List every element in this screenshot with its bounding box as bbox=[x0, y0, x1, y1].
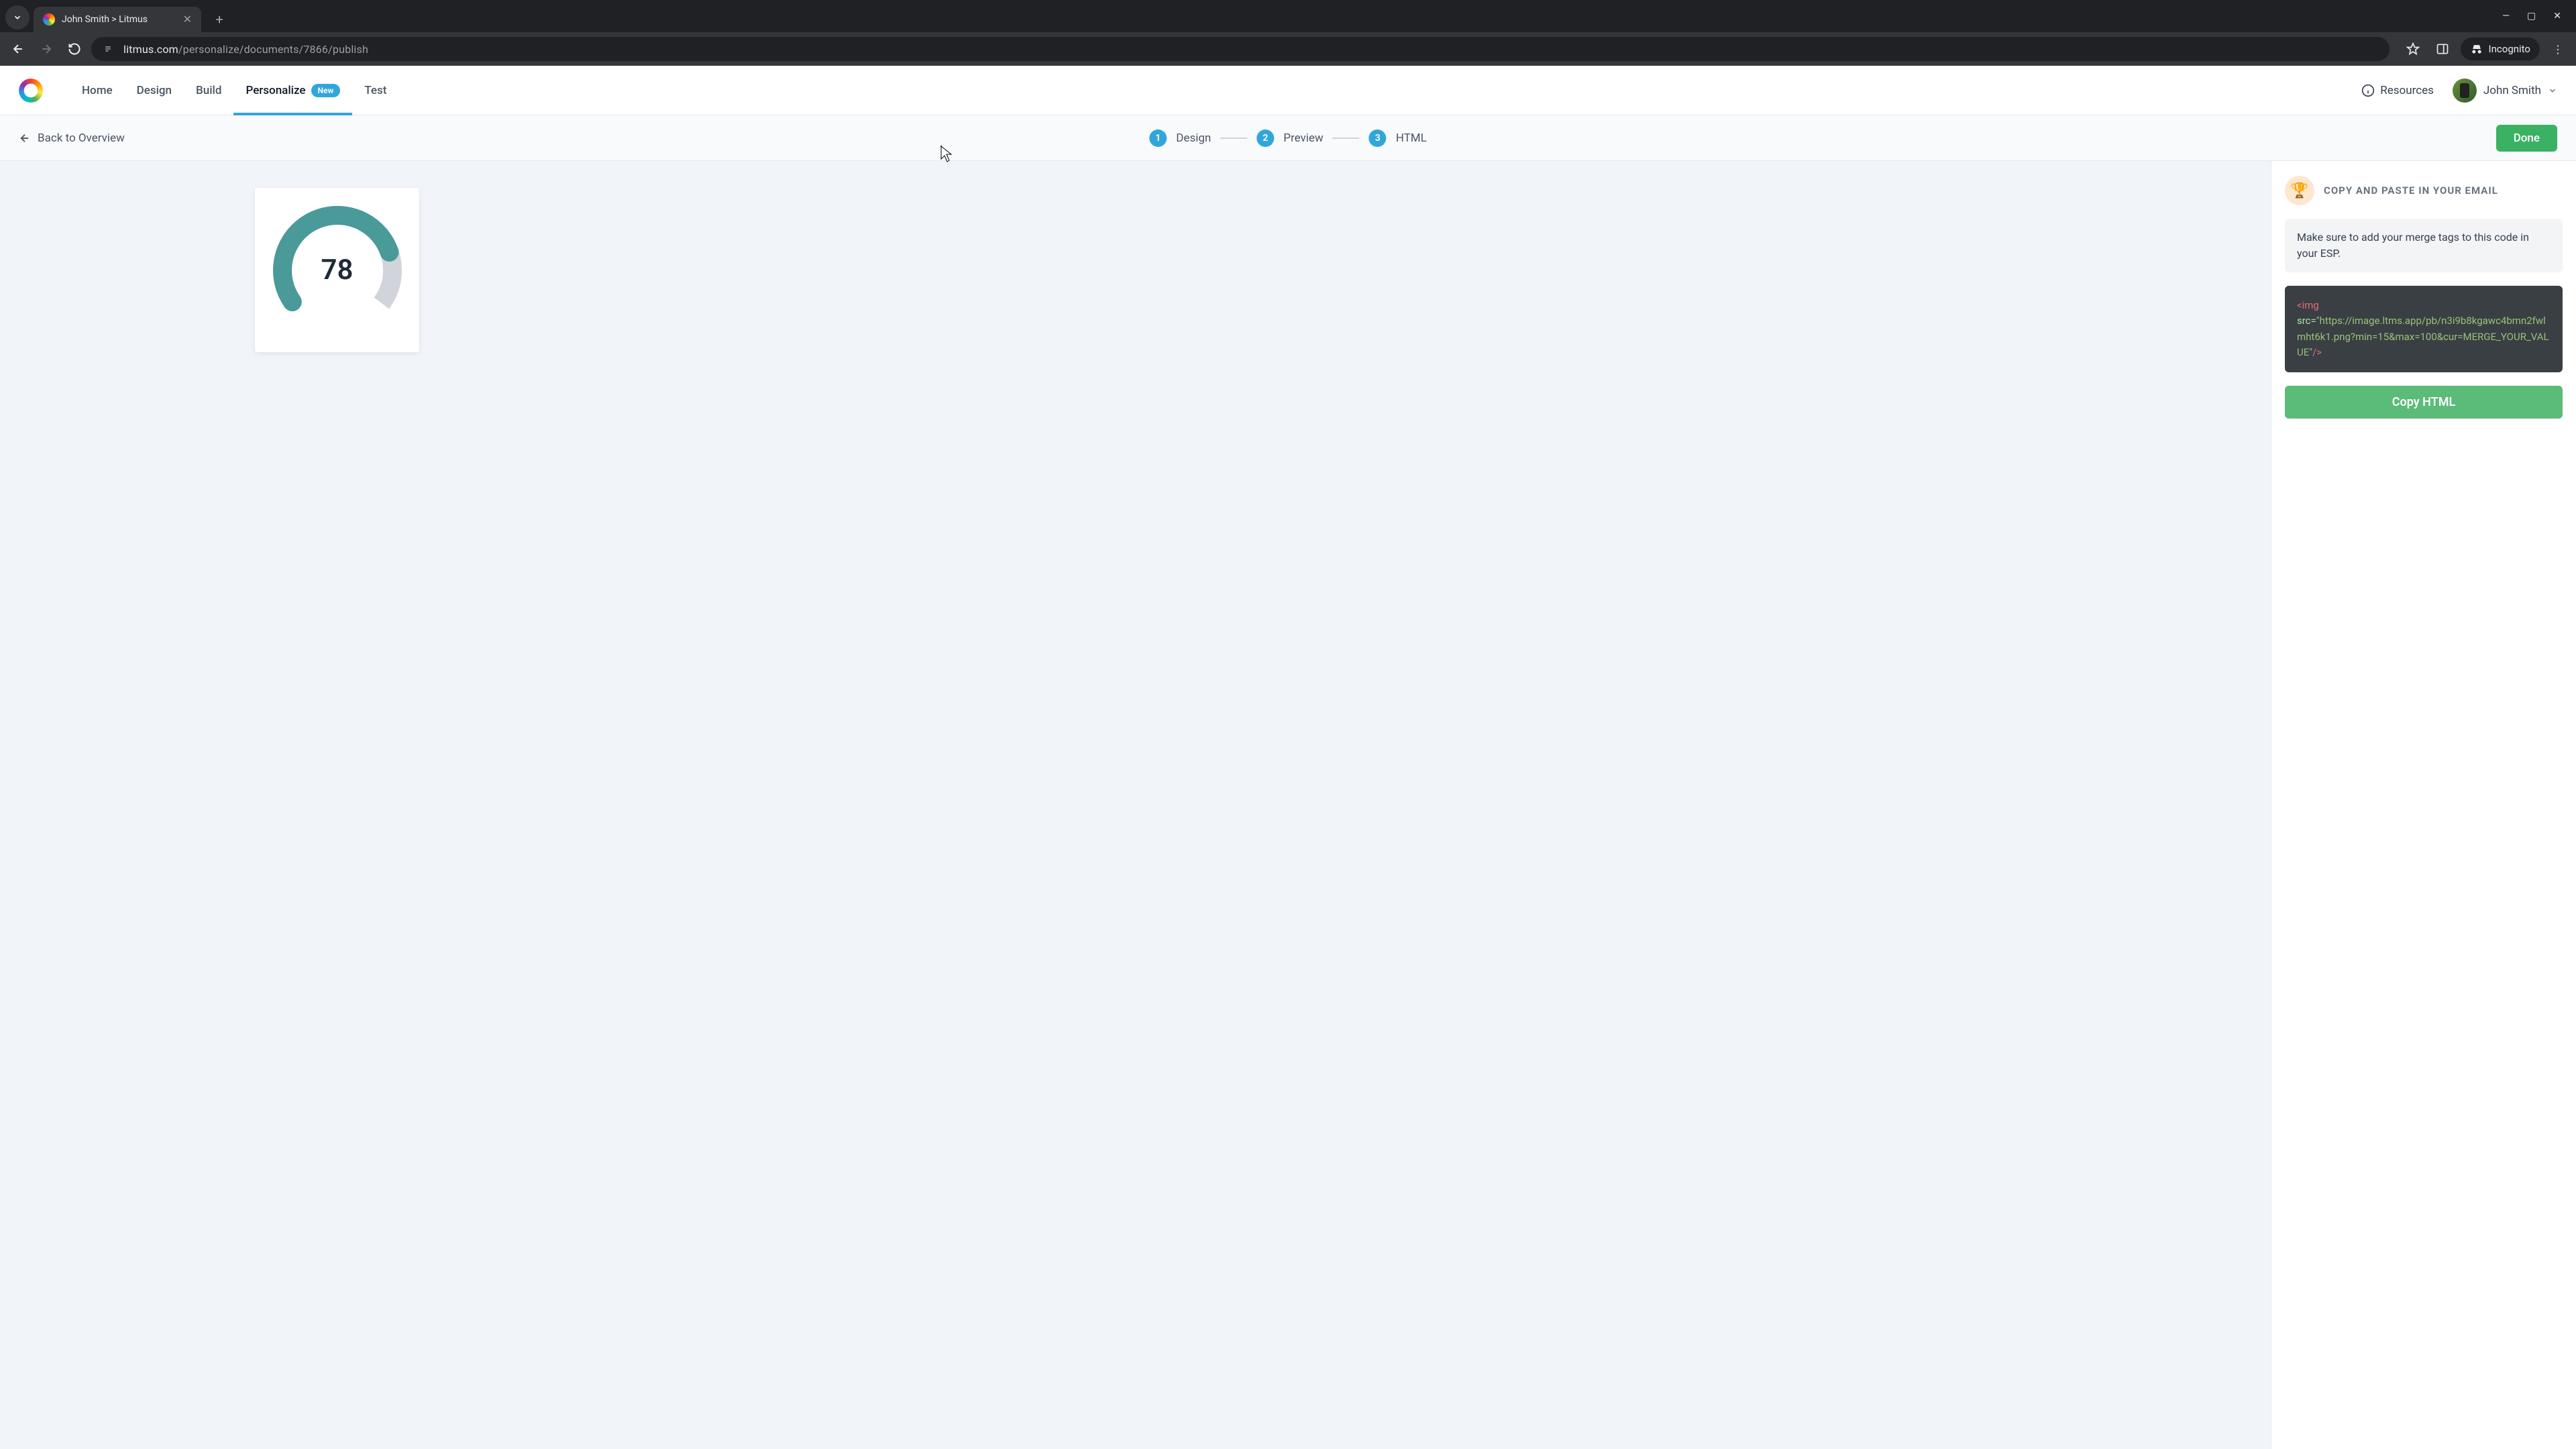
address-bar[interactable]: litmus.com/personalize/documents/7866/pu… bbox=[91, 37, 2390, 61]
code-attr: src bbox=[2297, 315, 2311, 327]
back-button[interactable] bbox=[7, 38, 30, 60]
site-info-icon[interactable] bbox=[101, 42, 115, 56]
back-label: Back to Overview bbox=[38, 131, 125, 145]
resources-label: Resources bbox=[2380, 84, 2434, 97]
browser-toolbar: litmus.com/personalize/documents/7866/pu… bbox=[0, 32, 2576, 66]
incognito-label: Incognito bbox=[2489, 43, 2530, 55]
code-tag-open: <img bbox=[2297, 299, 2319, 311]
trophy-icon: 🏆 bbox=[2285, 176, 2314, 205]
content: 78 🏆 COPY AND PASTE IN YOUR EMAIL Make s… bbox=[0, 161, 2576, 1449]
side-panel-icon[interactable] bbox=[2431, 38, 2454, 60]
user-name: John Smith bbox=[2483, 84, 2541, 97]
forward-button[interactable] bbox=[35, 38, 58, 60]
nav-home[interactable]: Home bbox=[70, 66, 125, 115]
user-menu[interactable]: John Smith bbox=[2453, 78, 2557, 103]
preview-canvas: 78 bbox=[0, 161, 2271, 1449]
side-panel-header: 🏆 COPY AND PASTE IN YOUR EMAIL bbox=[2285, 176, 2563, 205]
window-controls: ― ▢ ✕ bbox=[2502, 0, 2576, 32]
tab-title: John Smith > Litmus bbox=[62, 14, 176, 25]
stepper: 1 Design 2 Preview 3 HTML bbox=[1149, 129, 1426, 147]
nav-label: Personalize bbox=[246, 84, 305, 97]
merge-tag-note: Make sure to add your merge tags to this… bbox=[2285, 219, 2563, 272]
code-string: "https://image.ltms.app/pb/n3i9b8kgawc4b… bbox=[2297, 315, 2549, 358]
browser-menu-icon[interactable]: ⋮ bbox=[2546, 38, 2569, 60]
code-snippet[interactable]: <img src="https://image.ltms.app/pb/n3i9… bbox=[2285, 286, 2563, 372]
tab-search-button[interactable] bbox=[5, 5, 30, 30]
arrow-left-icon bbox=[19, 132, 31, 144]
tab-favicon bbox=[43, 13, 55, 25]
new-tab-button[interactable]: + bbox=[209, 9, 229, 30]
nav-personalize[interactable]: Personalize New bbox=[233, 66, 352, 115]
nav-label: Design bbox=[137, 84, 172, 97]
tab-close-icon[interactable]: ✕ bbox=[183, 14, 192, 25]
chevron-down-icon bbox=[2548, 86, 2557, 95]
url-host: litmus.com bbox=[123, 43, 178, 56]
bookmark-icon[interactable] bbox=[2402, 38, 2424, 60]
app-logo[interactable] bbox=[19, 78, 43, 103]
main-nav: Home Design Build Personalize New Test bbox=[70, 66, 398, 115]
url-path: /personalize/documents/7866/publish bbox=[178, 43, 368, 56]
code-eq: = bbox=[2311, 315, 2316, 327]
back-to-overview[interactable]: Back to Overview bbox=[19, 131, 125, 145]
code-tag-close: /> bbox=[2312, 346, 2322, 358]
incognito-chip[interactable]: Incognito bbox=[2461, 38, 2540, 60]
copy-label: Copy HTML bbox=[2392, 395, 2455, 409]
step-3-num[interactable]: 3 bbox=[1369, 129, 1387, 147]
gauge-value: 78 bbox=[267, 200, 408, 341]
tab-strip: John Smith > Litmus ✕ + ― ▢ ✕ bbox=[0, 0, 2576, 32]
step-3-label[interactable]: HTML bbox=[1396, 131, 1427, 145]
nav-label: Build bbox=[196, 84, 221, 97]
step-separator bbox=[1220, 138, 1247, 139]
nav-build[interactable]: Build bbox=[184, 66, 233, 115]
step-1-label[interactable]: Design bbox=[1176, 131, 1211, 145]
step-separator bbox=[1333, 138, 1360, 139]
browser-chrome: John Smith > Litmus ✕ + ― ▢ ✕ litmus.com… bbox=[0, 0, 2576, 66]
done-label: Done bbox=[2514, 131, 2540, 145]
side-panel-title: COPY AND PASTE IN YOUR EMAIL bbox=[2324, 184, 2498, 197]
step-2-num[interactable]: 2 bbox=[1256, 129, 1274, 147]
url-text: litmus.com/personalize/documents/7866/pu… bbox=[123, 43, 368, 56]
app-header: Home Design Build Personalize New Test R… bbox=[0, 66, 2576, 115]
preview-card: 78 bbox=[255, 188, 419, 352]
minimize-icon[interactable]: ― bbox=[2502, 11, 2510, 21]
subheader: Back to Overview 1 Design 2 Preview 3 HT… bbox=[0, 115, 2576, 161]
side-panel: 🏆 COPY AND PASTE IN YOUR EMAIL Make sure… bbox=[2271, 161, 2576, 1449]
nav-badge-new: New bbox=[311, 84, 341, 97]
nav-label: Home bbox=[82, 84, 113, 97]
close-window-icon[interactable]: ✕ bbox=[2553, 11, 2561, 21]
nav-label: Test bbox=[364, 84, 386, 97]
resources-link[interactable]: Resources bbox=[2361, 84, 2434, 97]
nav-test[interactable]: Test bbox=[352, 66, 398, 115]
app: Home Design Build Personalize New Test R… bbox=[0, 66, 2576, 1449]
maximize-icon[interactable]: ▢ bbox=[2527, 11, 2536, 21]
done-button[interactable]: Done bbox=[2496, 125, 2557, 152]
step-1-num[interactable]: 1 bbox=[1149, 129, 1167, 147]
copy-html-button[interactable]: Copy HTML bbox=[2285, 386, 2563, 419]
step-2-label[interactable]: Preview bbox=[1283, 131, 1323, 145]
browser-tab[interactable]: John Smith > Litmus ✕ bbox=[34, 7, 201, 32]
user-avatar bbox=[2453, 78, 2477, 103]
progress-gauge: 78 bbox=[267, 200, 408, 341]
reload-button[interactable] bbox=[63, 38, 86, 60]
nav-design[interactable]: Design bbox=[125, 66, 184, 115]
